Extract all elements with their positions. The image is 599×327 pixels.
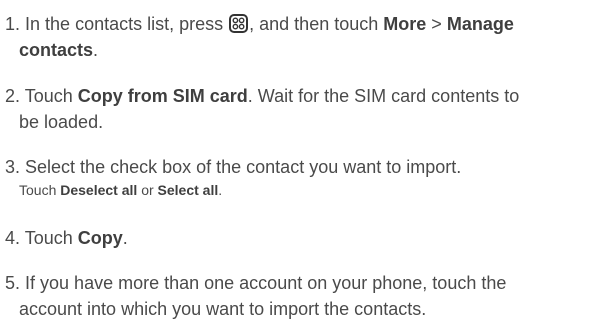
menu-key-icon	[229, 14, 249, 33]
step-2-copy-from-sim-label: Copy from SIM card	[77, 86, 248, 106]
step-4-number: 4.	[5, 228, 21, 248]
step-5-number: 5.	[5, 273, 21, 293]
step-1-manage-label: Manage	[446, 14, 514, 34]
step-3-sub-end: .	[218, 182, 223, 198]
step-2-text-2: . Wait for the SIM card contents to	[247, 86, 520, 106]
step-4-end: .	[122, 228, 128, 248]
step-1-text-2: , and then touch	[249, 14, 379, 34]
step-3-text: Select the check box of the contact you …	[25, 157, 462, 177]
step-4-copy-label: Copy	[77, 228, 123, 248]
step-1-text: In the contacts list, press	[25, 14, 224, 34]
step-2-line-2: be loaded.	[19, 109, 599, 135]
step-2-line-1: 2. Touch Copy from SIM card. Wait for th…	[5, 83, 595, 109]
step-3-sub-line: Touch Deselect all or Select all.	[19, 181, 222, 199]
step-1-line-2: contacts.	[19, 37, 599, 63]
step-5-line-2: account into which you want to import th…	[19, 296, 599, 322]
step-3-deselect-all-label: Deselect all	[60, 182, 138, 198]
step-1-contacts-label: contacts	[19, 40, 94, 60]
step-1-number: 1.	[5, 14, 21, 34]
step-4-text: Touch	[24, 228, 73, 248]
step-2-text-3: be loaded.	[19, 112, 104, 132]
step-3-sub-text: Touch	[19, 182, 57, 198]
step-1-more-label: More	[383, 14, 427, 34]
step-1-separator: >	[431, 14, 442, 34]
step-3-sub-or: or	[141, 182, 154, 198]
step-2-text: Touch	[24, 86, 73, 106]
step-2-number: 2.	[5, 86, 21, 106]
step-3-line-1: 3. Select the check box of the contact y…	[5, 154, 595, 180]
step-3-select-all-label: Select all	[157, 182, 219, 198]
step-5-text-2: account into which you want to import th…	[19, 299, 427, 319]
step-3-number: 3.	[5, 157, 21, 177]
instruction-document: 1. In the contacts list, press , and the…	[0, 0, 599, 327]
step-1-line-1: 1. In the contacts list, press , and the…	[5, 11, 595, 37]
step-4-line-1: 4. Touch Copy.	[5, 225, 595, 251]
step-5-line-1: 5. If you have more than one account on …	[5, 270, 595, 296]
step-1-end: .	[93, 40, 99, 60]
step-5-text: If you have more than one account on you…	[25, 273, 507, 293]
